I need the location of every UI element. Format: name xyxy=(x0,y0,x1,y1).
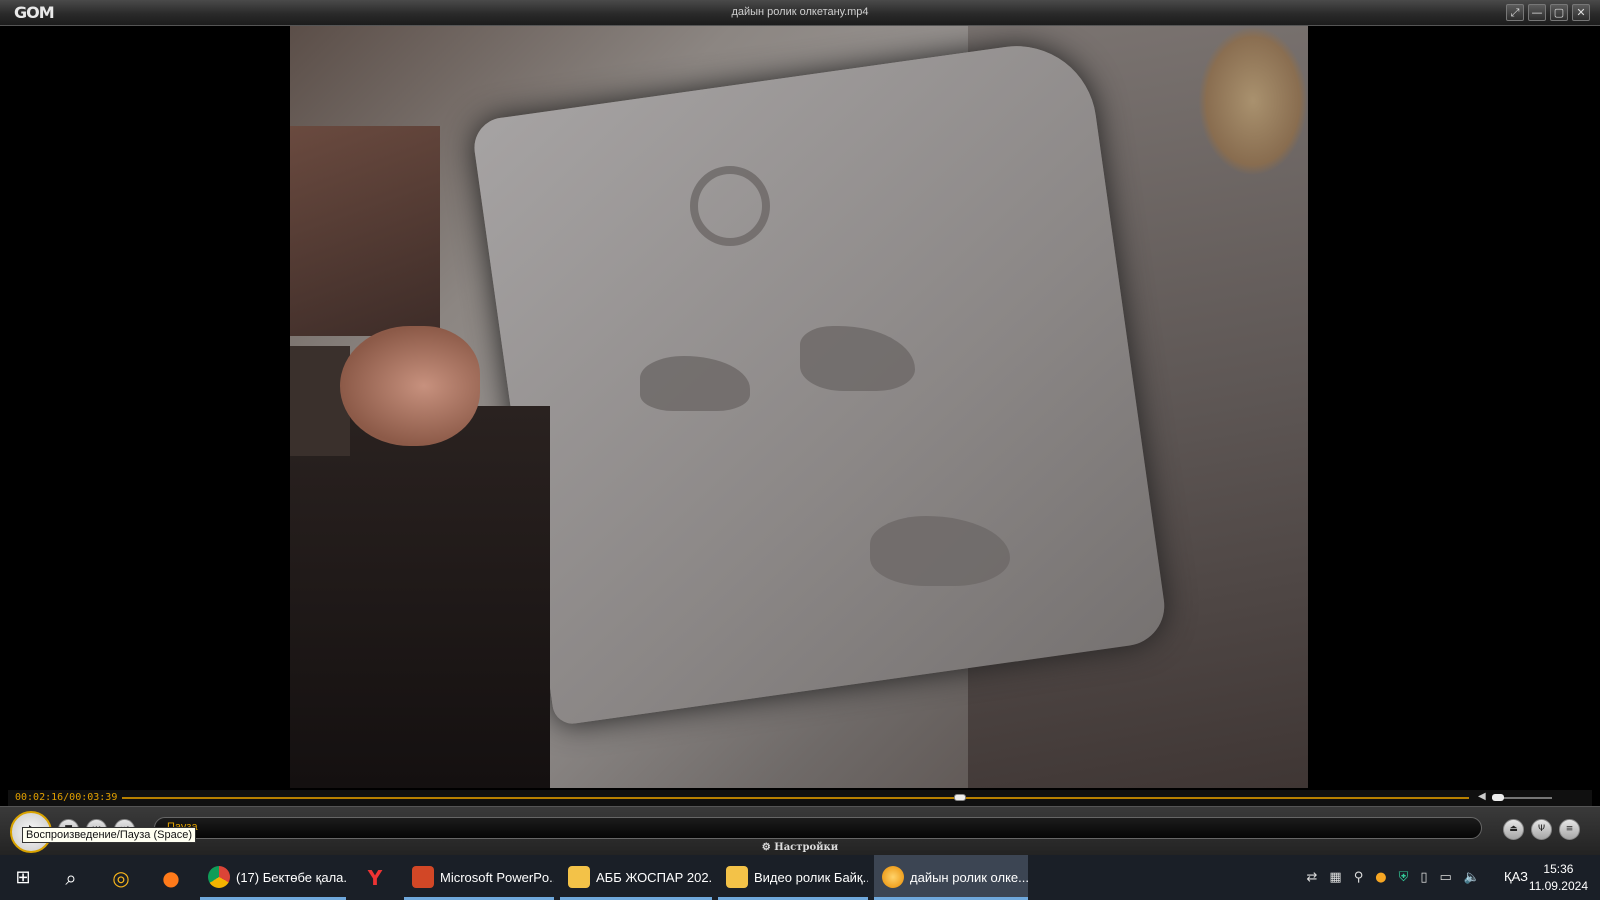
taskbar-app-label: дайын ролик олке... xyxy=(910,870,1028,885)
clock-date: 11.09.2024 xyxy=(1528,879,1588,893)
sleeve xyxy=(290,346,350,456)
menu-button[interactable]: ≡ xyxy=(1559,819,1580,840)
tray-location-icon[interactable]: ⚲ xyxy=(1354,870,1364,885)
taskbar-app-label: (17) Бектөбе қала... xyxy=(236,870,346,885)
dry-grass xyxy=(1198,26,1308,176)
taskbar-app-gom-player[interactable]: дайын ролик олке... xyxy=(874,855,1028,900)
settings-label: Настройки xyxy=(774,842,839,853)
gom-player-window: GOM дайын ролик олкетану.mp4 ⤢ — ▢ ✕ 00:… xyxy=(0,0,1600,900)
video-area[interactable] xyxy=(8,26,1592,790)
control-bar: ■ ⏮ ⏭ Пауза ⏏ Ψ ≡ ⚙ Настройки Воспроизве… xyxy=(0,806,1600,855)
tray-security-icon[interactable]: ⛨ xyxy=(1399,870,1409,885)
gom-player-icon xyxy=(882,866,904,888)
taskbar-app-label: Видео ролик Байқ... xyxy=(754,870,868,885)
taskbar-app-label: АББ ЖОСПАР 202... xyxy=(596,870,712,885)
hand xyxy=(340,326,480,446)
time-display: 00:02:16/00:03:39 xyxy=(15,792,118,803)
folder-icon xyxy=(726,866,748,888)
settings-icon: ⚙ xyxy=(761,842,775,853)
volume-icon[interactable]: ◀ xyxy=(1478,791,1486,802)
yandex-icon[interactable]: Y xyxy=(360,863,390,893)
taskbar-app-folder-1[interactable]: АББ ЖОСПАР 202... xyxy=(560,855,712,900)
rock-shadow xyxy=(290,406,550,788)
settings-button[interactable]: ⚙ Настройки xyxy=(0,842,1600,853)
chrome-icon xyxy=(208,866,230,888)
play-pause-tooltip: Воспроизведение/Пауза (Space) xyxy=(22,827,196,843)
tray-network-icon[interactable]: ▭ xyxy=(1440,870,1452,885)
red-rock-fragment xyxy=(290,126,440,336)
petroglyph-spiral-tail xyxy=(690,166,770,246)
powerpoint-icon xyxy=(412,866,434,888)
eject-button[interactable]: ⏏ xyxy=(1503,819,1524,840)
status-display: Пауза xyxy=(154,817,1482,839)
maximize-button[interactable]: ▢ xyxy=(1550,4,1568,21)
firefox-icon[interactable]: ● xyxy=(156,863,186,893)
fullscreen-button[interactable]: ⤢ xyxy=(1506,4,1524,21)
system-tray: ⇄ ▦ ⚲ ● ⛨ ▯ ▭ 🔈 xyxy=(1307,870,1480,885)
taskbar-app-folder-2[interactable]: Видео ролик Байқ... xyxy=(718,855,868,900)
language-indicator[interactable]: ҚАЗ xyxy=(1504,869,1528,884)
seek-bar[interactable] xyxy=(122,797,1469,799)
volume-thumb[interactable] xyxy=(1492,794,1504,801)
video-frame xyxy=(290,26,1308,788)
tray-volume-icon[interactable]: 🔈 xyxy=(1464,870,1480,885)
window-title: дайын ролик олкетану.mp4 xyxy=(731,6,869,18)
close-button[interactable]: ✕ xyxy=(1572,4,1590,21)
taskbar-app-chrome[interactable]: (17) Бектөбе қала... xyxy=(200,855,346,900)
taskbar-app-powerpoint[interactable]: Microsoft PowerPo... xyxy=(404,855,554,900)
seek-thumb[interactable] xyxy=(953,794,966,801)
taskbar-app-label: Microsoft PowerPo... xyxy=(440,870,554,885)
title-bar[interactable]: GOM дайын ролик олкетану.mp4 ⤢ — ▢ ✕ xyxy=(0,0,1600,26)
tray-keyboard-icon[interactable]: ▦ xyxy=(1329,870,1341,885)
tray-usb-icon[interactable]: ▯ xyxy=(1420,870,1427,885)
avast-icon[interactable]: ◎ xyxy=(106,863,136,893)
minimize-button[interactable]: — xyxy=(1528,4,1546,21)
tray-avast-icon[interactable]: ● xyxy=(1375,870,1386,885)
tray-network-share-icon[interactable]: ⇄ xyxy=(1307,870,1318,885)
clock[interactable]: 15:36 11.09.2024 xyxy=(1529,861,1588,895)
taskbar: ⊞ ⌕ ◎ ● (17) Бектөбе қала... Y Microsoft… xyxy=(0,855,1600,900)
search-icon[interactable]: ⌕ xyxy=(56,863,86,893)
clock-time: 15:36 xyxy=(1543,862,1574,876)
start-windows-icon[interactable]: ⊞ xyxy=(8,863,38,893)
seek-row: 00:02:16/00:03:39 ◀ xyxy=(8,790,1592,806)
equalizer-button[interactable]: Ψ xyxy=(1531,819,1552,840)
folder-icon xyxy=(568,866,590,888)
